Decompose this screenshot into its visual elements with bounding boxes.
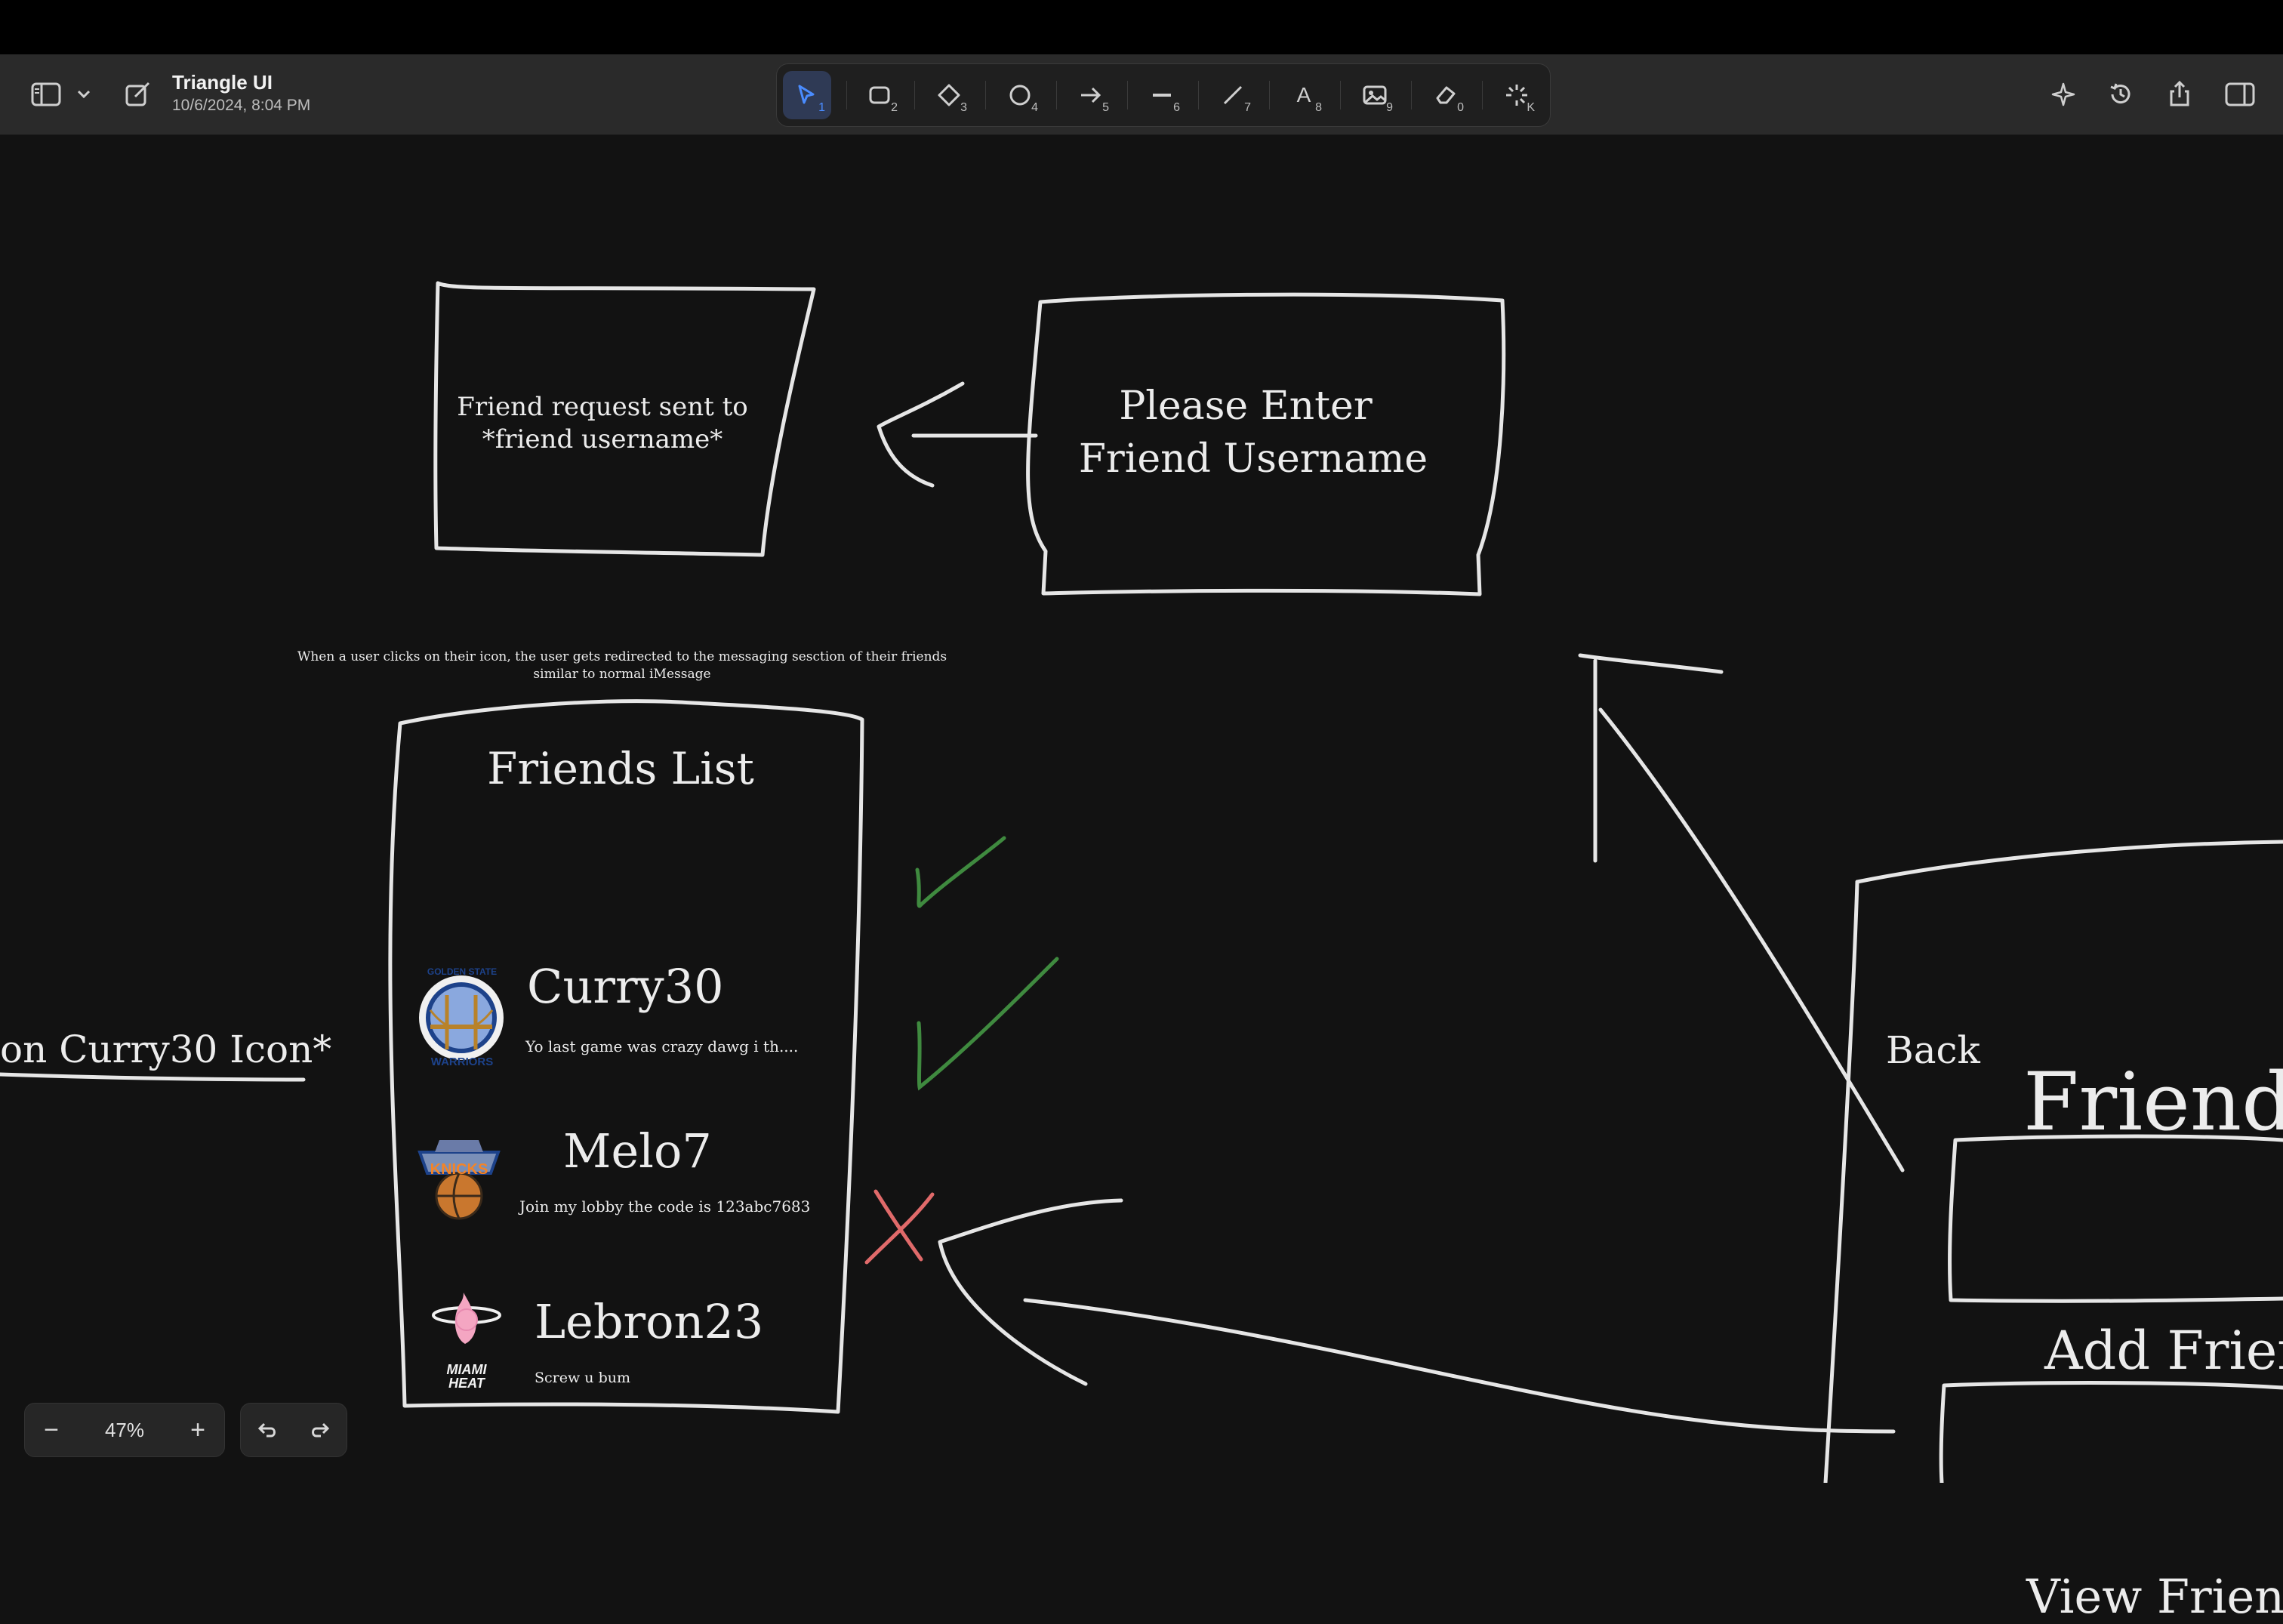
friend-request-line-1: Friend request sent to <box>457 392 748 422</box>
zoom-controls: − 47% + <box>24 1403 225 1457</box>
divider <box>1411 81 1412 109</box>
right-panel-left-edge <box>1823 880 1859 1483</box>
lebron-arrow-shaft <box>1023 1298 1896 1434</box>
note-line-2: similar to normal iMessage <box>533 667 711 682</box>
zoom-in-button[interactable]: + <box>171 1404 224 1456</box>
canvas-drawings <box>0 281 2283 1483</box>
tool-shortcut: 5 <box>1102 101 1109 114</box>
friend-message-curry30: Yo last game was crazy dawg i th.... <box>525 1037 799 1055</box>
arrow-icon <box>1081 87 1101 103</box>
divider <box>846 81 847 109</box>
tool-laser[interactable]: K <box>1493 71 1541 119</box>
lebron-arrow-head <box>938 1198 1123 1386</box>
right-panel-outline <box>1855 840 2283 884</box>
view-friends-button-label[interactable]: View Friends <box>2026 1569 2283 1624</box>
tool-shortcut: 9 <box>1386 101 1393 114</box>
warriors-logo-text-top: GOLDEN STATE <box>427 966 498 977</box>
tool-shortcut: 2 <box>891 101 898 114</box>
check-mark-melo <box>917 957 1059 1091</box>
diamond-icon <box>938 84 960 106</box>
cursor-icon <box>798 85 815 104</box>
tool-eraser[interactable]: 0 <box>1422 71 1470 119</box>
heat-logo-text-bottom: HEAT <box>448 1376 485 1391</box>
divider <box>1340 81 1341 109</box>
diagonal-connector <box>1598 707 1905 1173</box>
whiteboard-canvas[interactable]: Friend request sent to *friend username*… <box>0 134 2283 1624</box>
tool-line[interactable]: 6 <box>1138 71 1186 119</box>
divider <box>1269 81 1270 109</box>
tool-shortcut: 8 <box>1315 101 1322 114</box>
enter-username-line-1: Please Enter <box>1119 384 1373 429</box>
window-top-strip <box>0 0 2283 54</box>
zoom-out-button[interactable]: − <box>25 1404 78 1456</box>
friend-request-line-2: *friend username* <box>482 424 723 455</box>
back-label[interactable]: Back <box>1886 1028 1980 1072</box>
friend-name-lebron23[interactable]: Lebron23 <box>535 1294 763 1349</box>
right-panel-title: Friends <box>2023 1055 2283 1148</box>
friend-name-curry30[interactable]: Curry30 <box>527 959 724 1014</box>
tool-select[interactable]: 1 <box>783 71 831 119</box>
share-icon[interactable] <box>2164 77 2195 110</box>
redo-icon[interactable] <box>294 1404 347 1456</box>
add-friend-button-outline <box>1948 1134 2283 1303</box>
text-icon: A <box>1296 83 1311 106</box>
divider <box>914 81 915 109</box>
friend-message-melo7: Join my lobby the code is 123abc7683 <box>519 1197 811 1216</box>
divider <box>1198 81 1199 109</box>
left-partial-text: on Curry30 Icon* <box>0 1028 332 1071</box>
knicks-logo-text: KNICKS <box>430 1161 488 1178</box>
divider <box>1482 81 1483 109</box>
tool-shortcut: 7 <box>1244 101 1251 114</box>
tool-arrow[interactable]: 5 <box>1067 71 1115 119</box>
sparkle-icon[interactable] <box>2047 79 2079 110</box>
heat-logo-icon[interactable] <box>427 1290 506 1365</box>
tool-ellipse[interactable]: 4 <box>996 71 1044 119</box>
tool-image[interactable]: 9 <box>1351 71 1399 119</box>
tool-shortcut: 0 <box>1457 101 1464 114</box>
zoom-level[interactable]: 47% <box>94 1419 155 1442</box>
divider <box>1127 81 1128 109</box>
tool-shortcut: K <box>1527 101 1535 114</box>
new-note-icon[interactable] <box>122 79 154 110</box>
tool-draw[interactable]: 7 <box>1209 71 1257 119</box>
view-friends-button-outline <box>1939 1381 2283 1483</box>
document-title[interactable]: Triangle UI <box>172 71 273 94</box>
up-arrow-head <box>1578 653 1724 674</box>
tool-shortcut: 6 <box>1173 101 1180 114</box>
tool-shortcut: 3 <box>960 101 967 114</box>
document-date: 10/6/2024, 8:04 PM <box>172 97 311 114</box>
tool-shortcut: 4 <box>1031 101 1038 114</box>
rectangle-icon <box>869 86 890 104</box>
left-connector-line <box>0 1072 306 1082</box>
eraser-icon <box>1436 86 1456 104</box>
note-line-1: When a user clicks on their icon, the us… <box>297 649 947 664</box>
add-friend-button-label[interactable]: Add Friend <box>2044 1320 2283 1382</box>
warriors-logo-text-bottom: WARRIORS <box>430 1055 494 1068</box>
undo-redo-controls <box>240 1403 347 1457</box>
image-icon <box>1363 85 1387 105</box>
divider <box>1056 81 1057 109</box>
pencil-icon <box>1223 85 1243 105</box>
line-icon <box>1153 94 1171 97</box>
enter-username-line-2: Friend Username <box>1078 436 1428 482</box>
chevron-down-icon[interactable] <box>74 83 94 106</box>
friends-list-title: Friends List <box>487 743 754 794</box>
tool-text[interactable]: A 8 <box>1280 71 1328 119</box>
check-mark-curry <box>915 836 1006 908</box>
app-toolbar: Triangle UI 10/6/2024, 8:04 PM 1 2 3 4 5 <box>0 54 2283 135</box>
ellipse-icon <box>1009 85 1031 106</box>
tool-rectangle[interactable]: 2 <box>855 71 904 119</box>
friend-message-lebron23: Screw u bum <box>535 1370 630 1386</box>
tool-shortcut: 1 <box>818 101 825 114</box>
inspector-toggle-icon[interactable] <box>2223 79 2257 110</box>
divider <box>985 81 986 109</box>
cross-mark-lebron <box>864 1189 935 1265</box>
undo-icon[interactable] <box>241 1404 294 1456</box>
drawing-tools-palette: 1 2 3 4 5 6 7 A 8 9 0 K <box>776 63 1551 127</box>
tool-diamond[interactable]: 3 <box>925 71 973 119</box>
sidebar-toggle-icon[interactable] <box>29 79 63 110</box>
laser-icon <box>1506 85 1527 106</box>
history-icon[interactable] <box>2105 79 2137 110</box>
friend-name-melo7[interactable]: Melo7 <box>563 1123 712 1179</box>
